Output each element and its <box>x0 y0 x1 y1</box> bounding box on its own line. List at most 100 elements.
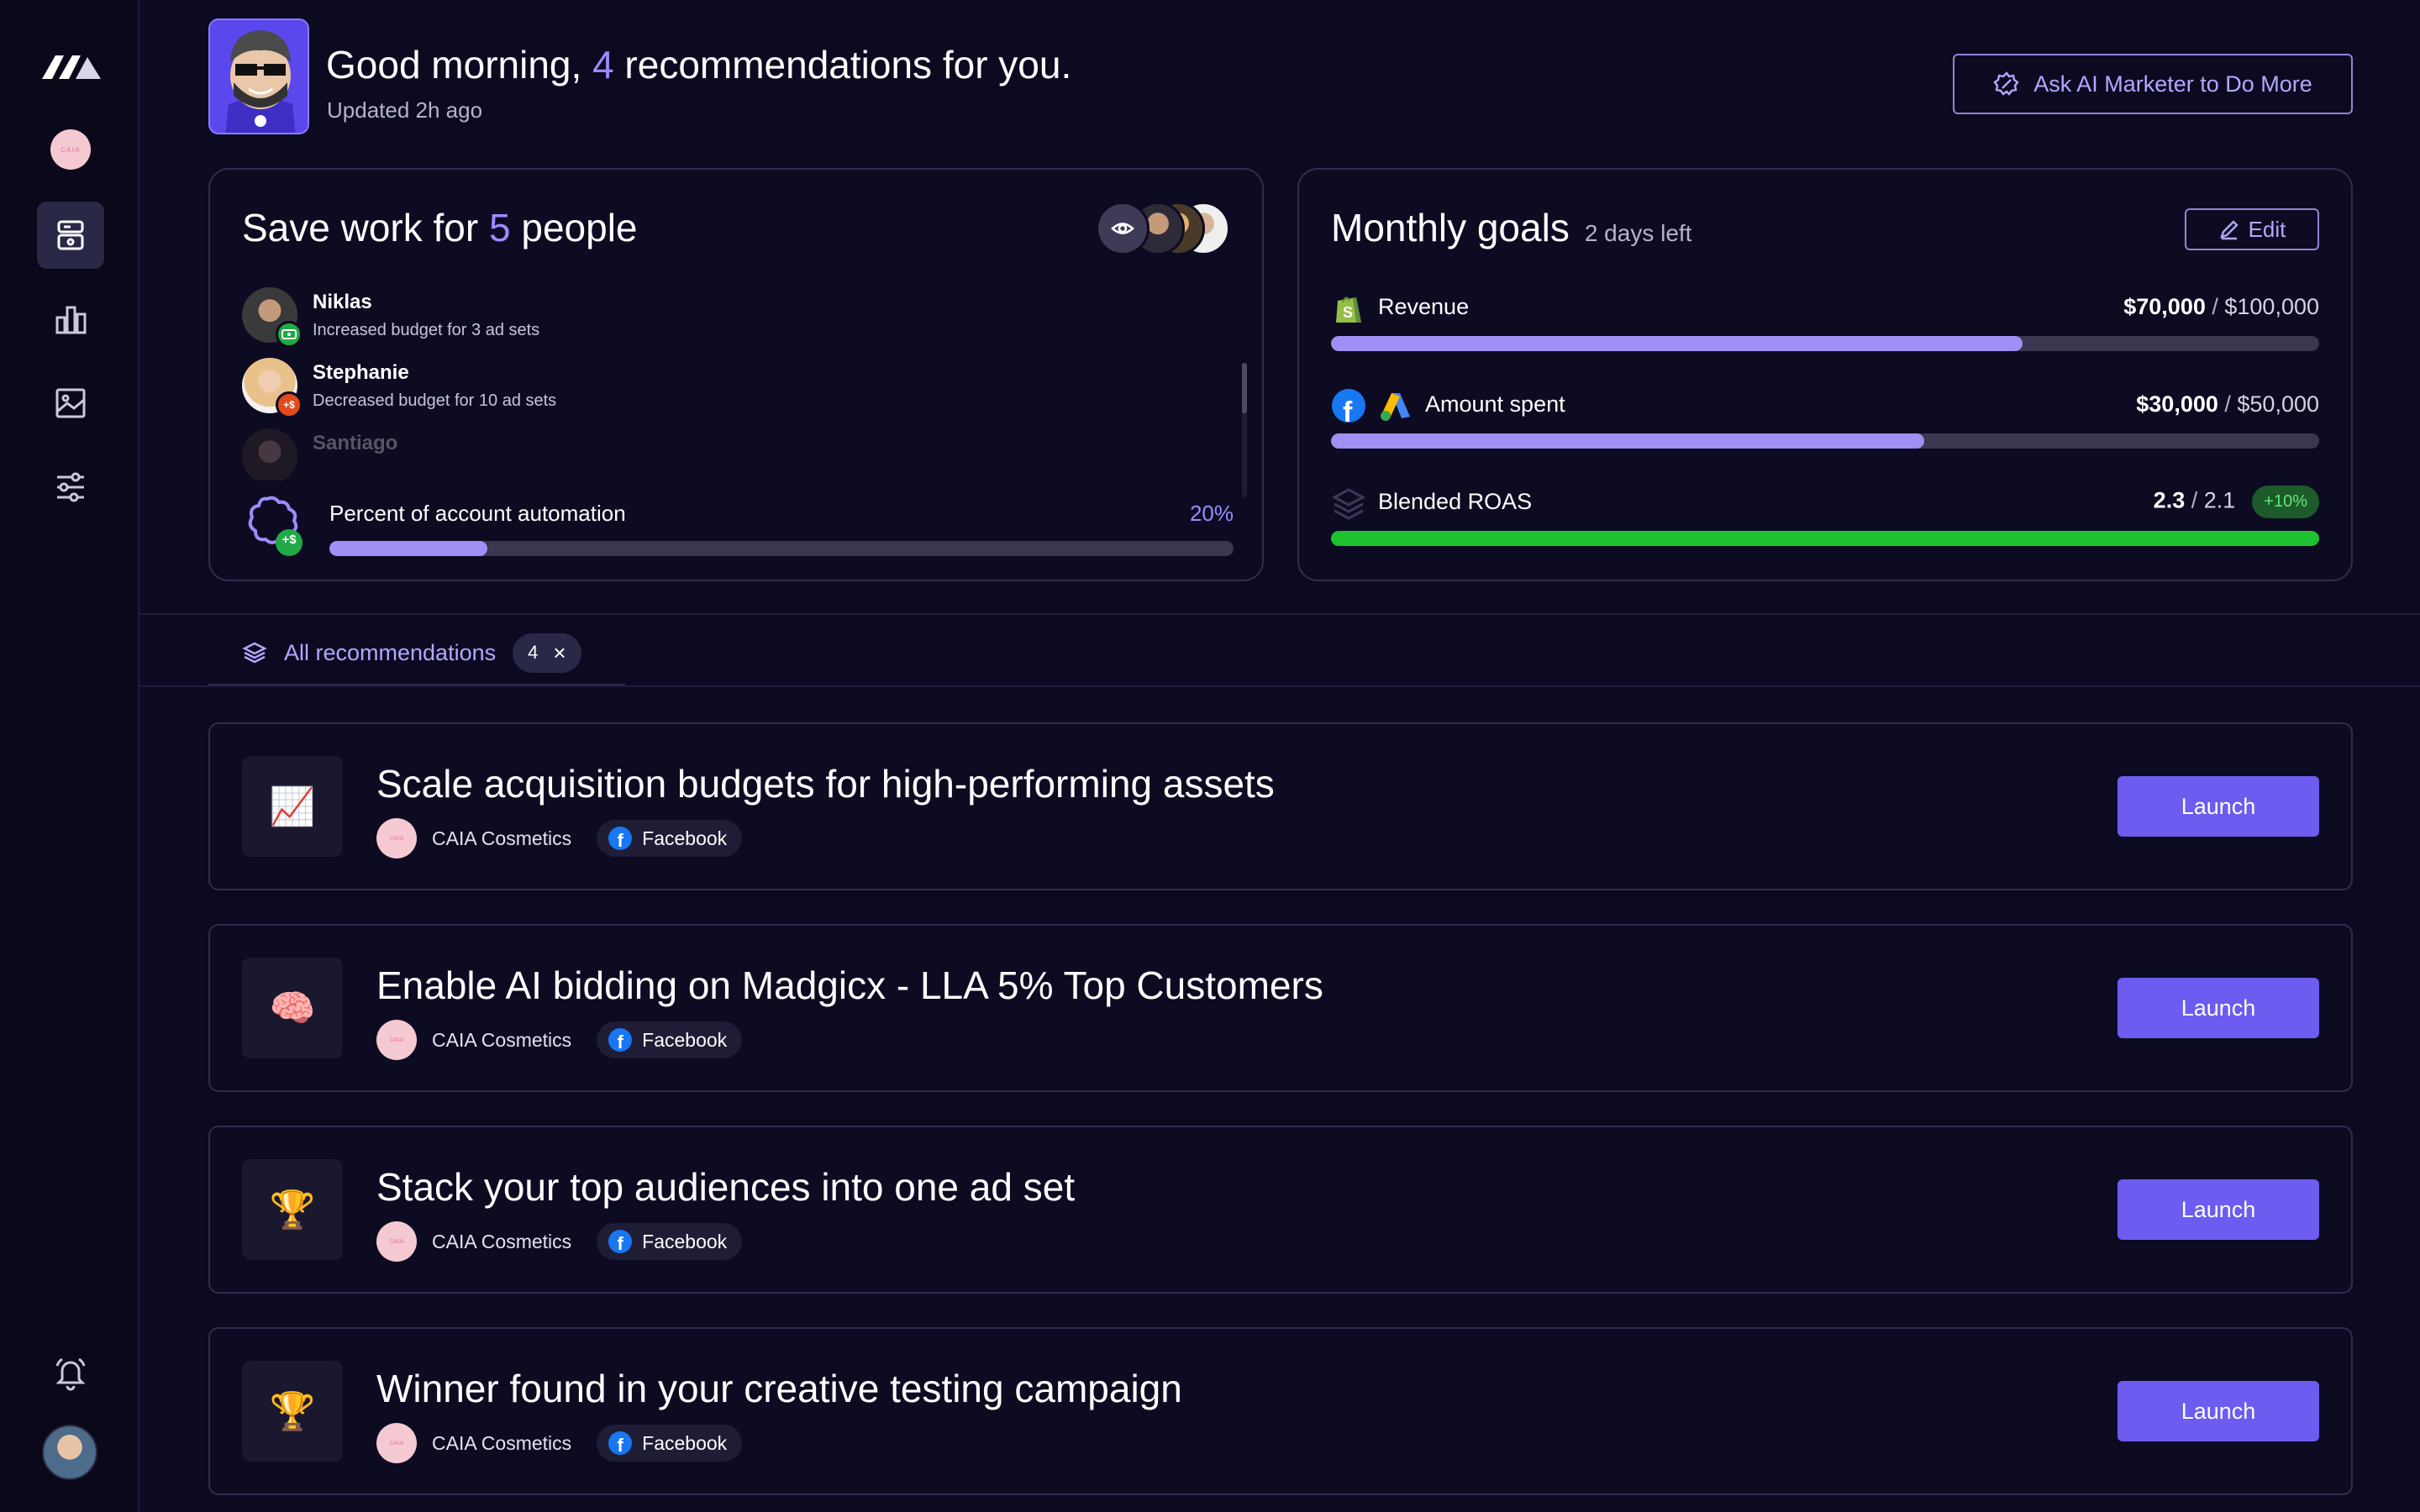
account-name: CAIA Cosmetics <box>432 1230 572 1252</box>
pencil-icon <box>2219 220 2238 240</box>
tab-label: All recommendations <box>284 639 497 665</box>
goal-value: $30,000 / $50,000 <box>2136 391 2319 417</box>
launch-button[interactable]: Launch <box>2118 776 2319 837</box>
mascot-avatar <box>208 18 309 134</box>
recommendation-title: Scale acquisition budgets for high-perfo… <box>376 762 1275 806</box>
facebook-icon: f <box>608 1230 633 1253</box>
automation-gear-icon <box>248 496 302 556</box>
days-left: 2 days left <box>1584 220 1692 246</box>
goal-revenue: S Revenue $70,000 / $100,000 <box>1331 291 2319 361</box>
account-logo: CAIA <box>376 1020 417 1060</box>
sliders-icon <box>57 472 84 502</box>
bar-chart-icon <box>55 306 87 334</box>
account-name: CAIA Cosmetics <box>432 1028 572 1051</box>
person-activity: Increased budget for 3 ad sets <box>313 321 540 339</box>
layers-icon <box>242 642 267 664</box>
monthly-goals-title: Monthly goals 2 days left <box>1331 206 1692 249</box>
save-work-card: Save work for 5 people Niklas Increased … <box>208 168 1264 581</box>
platform-name: Facebook <box>642 1230 728 1252</box>
launch-button[interactable]: Launch <box>2118 1381 2319 1441</box>
facebook-icon: f <box>1332 389 1365 423</box>
close-icon[interactable]: × <box>553 640 566 666</box>
recommendation-card[interactable]: 🧠 Enable AI bidding on Madgicx - LLA 5% … <box>208 924 2353 1092</box>
account-name: CAIA Cosmetics <box>432 1431 572 1454</box>
facebook-icon: f <box>608 1431 633 1455</box>
recommendation-card[interactable]: 🏆 Stack your top audiences into one ad s… <box>208 1126 2353 1294</box>
image-icon <box>55 388 86 418</box>
goal-label: Blended ROAS <box>1378 489 1533 514</box>
tab-all-recommendations[interactable]: All recommendations 4 × <box>208 623 625 682</box>
recommendation-meta: CAIA CAIA Cosmetics f Facebook <box>376 1020 743 1060</box>
roas-change-badge: +10% <box>2252 486 2319 518</box>
notifications-button[interactable] <box>37 1339 104 1406</box>
divider <box>139 685 2420 687</box>
platform-name: Facebook <box>642 1431 728 1454</box>
user-avatar[interactable] <box>42 1425 97 1480</box>
recommendation-title: Enable AI bidding on Madgicx - LLA 5% To… <box>376 963 1323 1007</box>
google-ads-icon <box>1381 393 1410 421</box>
account-logo: CAIA <box>376 1221 417 1262</box>
goal-label: Amount spent <box>1425 391 1565 417</box>
goal-blended-roas: Blended ROAS 2.3 / 2.1 +10% <box>1331 486 2319 556</box>
madgicx-logo[interactable] <box>40 49 103 82</box>
recommendation-emoji-icon: 🧠 <box>242 958 343 1058</box>
goal-amount-spent: f Amount spent $30,000 / $50,000 <box>1331 388 2319 459</box>
team-avatar-stack[interactable] <box>1096 202 1230 257</box>
svg-text:f: f <box>1343 396 1353 423</box>
person-name: Santiago <box>313 432 398 454</box>
activity-scrollbar[interactable] <box>1242 363 1247 497</box>
sidebar-item-analytics[interactable] <box>37 286 104 353</box>
person-name: Niklas <box>313 291 372 313</box>
avatar <box>242 428 297 480</box>
recommendation-emoji-icon: 🏆 <box>242 1361 343 1462</box>
activity-list[interactable]: Niklas Increased budget for 3 ad sets +$… <box>242 287 1217 480</box>
goal-label: Revenue <box>1378 294 1470 319</box>
sidebar: CAIA <box>0 0 139 1512</box>
money-icon <box>276 321 302 348</box>
recommendation-meta: CAIA CAIA Cosmetics f Facebook <box>376 1221 743 1262</box>
goal-progress-bar <box>1331 433 2319 449</box>
recommendation-meta: CAIA CAIA Cosmetics f Facebook <box>376 818 743 858</box>
bell-icon <box>55 1357 86 1391</box>
filter-count-chip[interactable]: 4 × <box>513 633 581 673</box>
recommendation-emoji-icon: 📈 <box>242 756 343 857</box>
automation-progress: +$ Percent of account automation 20% <box>242 494 1234 561</box>
facebook-icon: f <box>608 1028 633 1052</box>
goal-value: 2.3 / 2.1 +10% <box>2154 486 2319 518</box>
goal-progress-bar <box>1331 531 2319 546</box>
brand-account-logo[interactable]: CAIA <box>50 129 91 170</box>
page-title: Good morning, 4 recommendations for you. <box>326 43 1072 87</box>
layers-icon <box>1331 488 1366 520</box>
recommendation-card[interactable]: 🏆 Winner found in your creative testing … <box>208 1327 2353 1495</box>
recommendation-count: 4 <box>592 43 614 87</box>
recommendation-title: Stack your top audiences into one ad set <box>376 1165 1076 1209</box>
platform-name: Facebook <box>642 827 728 849</box>
sparkle-badge-icon <box>1993 71 2019 96</box>
recommendation-emoji-icon: 🏆 <box>242 1159 343 1260</box>
recommendation-meta: CAIA CAIA Cosmetics f Facebook <box>376 1423 743 1463</box>
launch-button[interactable]: Launch <box>2118 1179 2319 1240</box>
person-name: Stephanie <box>313 361 409 384</box>
goal-progress-bar <box>1331 336 2319 351</box>
monthly-goals-card: Monthly goals 2 days left Edit S Revenue … <box>1297 168 2353 581</box>
automation-badge: +$ <box>281 533 297 547</box>
person-activity: Decreased budget for 10 ad sets <box>313 391 557 410</box>
eye-icon[interactable] <box>1096 202 1150 255</box>
edit-goals-button[interactable]: Edit <box>2185 208 2319 250</box>
sidebar-item-creatives[interactable] <box>37 370 104 437</box>
svg-text:S: S <box>1343 304 1353 321</box>
sidebar-item-settings[interactable] <box>37 454 104 521</box>
ask-ai-marketer-button[interactable]: Ask AI Marketer to Do More <box>1953 54 2353 114</box>
list-item: +$ Stephanie Decreased budget for 10 ad … <box>242 358 914 418</box>
facebook-icon: f <box>608 827 633 850</box>
list-item: Santiago <box>242 428 914 480</box>
platform-name: Facebook <box>642 1028 728 1051</box>
launch-button[interactable]: Launch <box>2118 978 2319 1038</box>
automation-progress-bar <box>329 541 1234 556</box>
automation-label: Percent of account automation <box>329 501 626 526</box>
filter-count: 4 <box>528 642 539 663</box>
save-work-title: Save work for 5 people <box>242 206 638 249</box>
sidebar-item-dashboard[interactable] <box>37 202 104 269</box>
account-logo: CAIA <box>376 818 417 858</box>
recommendation-card[interactable]: 📈 Scale acquisition budgets for high-per… <box>208 722 2353 890</box>
